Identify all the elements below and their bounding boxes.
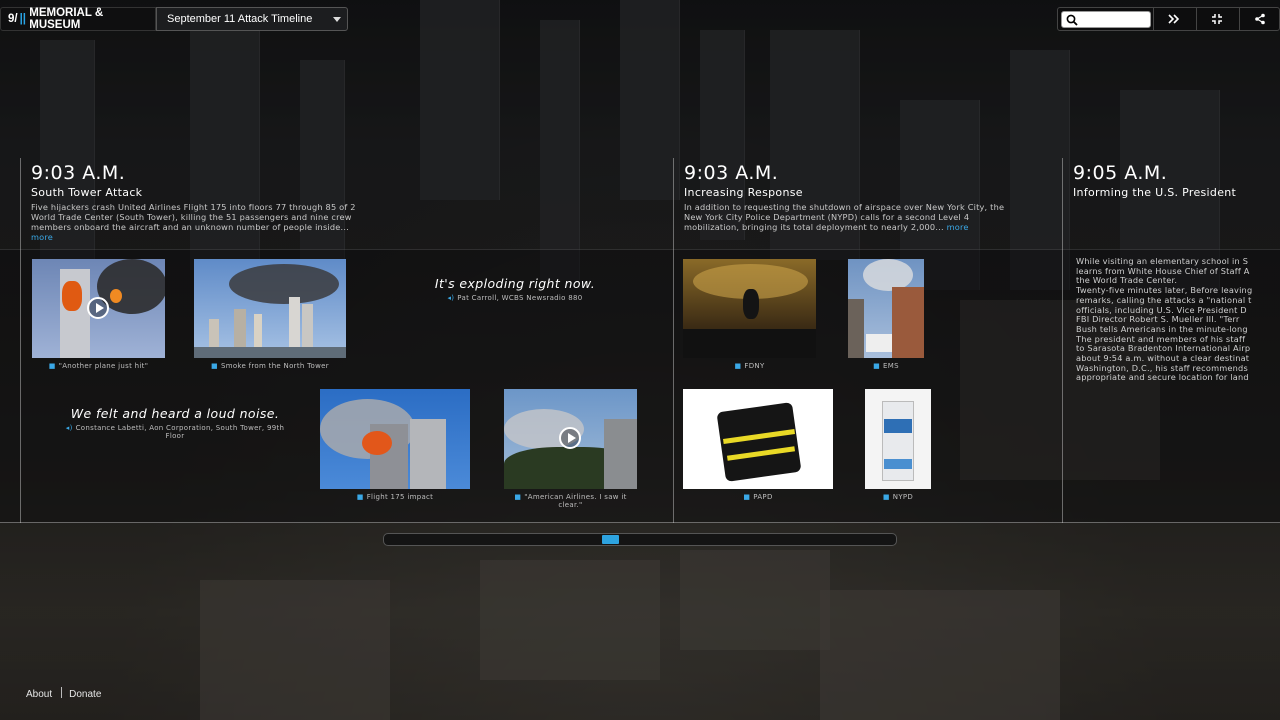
entry-title[interactable]: Informing the U.S. President [1073, 186, 1236, 199]
camera-icon: ■ [873, 362, 881, 370]
entry-body-text: While visiting an elementary school in S… [1076, 257, 1253, 383]
camera-icon: ■ [882, 493, 890, 501]
logo-text: MEMORIAL & MUSEUM [29, 7, 104, 31]
photo-flight-175-impact[interactable] [320, 389, 470, 489]
search-input[interactable] [1080, 12, 1148, 27]
camera-icon: ■ [734, 362, 742, 370]
video-camera-icon: ■ [48, 362, 56, 370]
entry-time: 9:05 A.M. [1073, 162, 1168, 184]
toolbar [1057, 7, 1280, 31]
entry-description: Five hijackers crash United Airlines Fli… [31, 202, 356, 242]
footer-divider [61, 687, 63, 698]
photo-fdny[interactable] [683, 259, 816, 358]
quote-source[interactable]: ◂) Pat Carroll, WCBS Newsradio 880 [400, 294, 630, 302]
skip-forward-button[interactable] [1153, 8, 1193, 30]
fast-forward-icon [1167, 14, 1179, 24]
camera-icon: ■ [743, 493, 751, 501]
photo-nypd[interactable] [865, 389, 931, 489]
camera-icon: ■ [211, 362, 218, 370]
about-link[interactable]: About [26, 689, 52, 700]
audio-icon: ◂) [65, 424, 73, 432]
media-caption: ■ Flight 175 impact [356, 493, 434, 501]
entry-time: 9:03 A.M. [31, 162, 126, 184]
media-caption: ■ Smoke from the North Tower [211, 362, 329, 370]
play-icon[interactable] [559, 427, 581, 449]
entry-title[interactable]: Increasing Response [684, 186, 803, 199]
photo-papd[interactable] [683, 389, 833, 489]
audio-icon: ◂) [447, 294, 455, 302]
timeline-column-divider [673, 158, 674, 523]
fullscreen-button[interactable] [1196, 8, 1236, 30]
video-camera-icon: ■ [514, 493, 522, 501]
video-thumbnail-another-plane[interactable] [32, 259, 165, 358]
logo-911-bars: || [19, 13, 27, 25]
more-link[interactable]: more [947, 222, 969, 232]
quote-source[interactable]: ◂) Constance Labetti, Aon Corporation, So… [50, 424, 300, 440]
quote-text: We felt and heard a loud noise. [70, 406, 280, 421]
media-caption: ■ "Another plane just hit" [48, 362, 149, 370]
play-icon[interactable] [87, 297, 109, 319]
entry-description: In addition to requesting the shutdown o… [684, 202, 1005, 232]
media-caption: ■ NYPD [882, 493, 914, 501]
quote-text: It's exploding right now. [434, 276, 596, 291]
timeline-select-dropdown[interactable]: September 11 Attack Timeline [156, 7, 348, 31]
camera-icon: ■ [356, 493, 364, 501]
photo-ems[interactable] [848, 259, 924, 358]
media-caption: ■ FDNY [734, 362, 765, 370]
timeline-scrollbar[interactable] [383, 533, 897, 546]
timeline-scroll-thumb[interactable] [602, 535, 619, 544]
fullscreen-icon [1211, 14, 1222, 24]
entry-time: 9:03 A.M. [684, 162, 779, 184]
photo-smoke-north-tower[interactable] [194, 259, 346, 358]
entry-title[interactable]: South Tower Attack [31, 186, 142, 199]
timeline-select-value: September 11 Attack Timeline [167, 13, 313, 25]
chevron-down-icon [333, 17, 341, 22]
share-icon [1254, 13, 1265, 25]
media-caption: ■ EMS [873, 362, 899, 370]
logo-911-prefix: 9/ [8, 13, 18, 25]
more-link[interactable]: more [31, 232, 53, 242]
media-caption: ■ PAPD [743, 493, 773, 501]
search-field[interactable] [1061, 11, 1151, 28]
donate-link[interactable]: Donate [69, 689, 101, 700]
site-logo[interactable]: 9/|| MEMORIAL & MUSEUM [0, 7, 156, 31]
search-icon [1066, 14, 1078, 26]
video-thumbnail-american-airlines[interactable] [504, 389, 637, 489]
footer-links: About Donate [26, 687, 101, 700]
share-button[interactable] [1239, 8, 1279, 30]
timeline-column-divider [20, 158, 21, 523]
media-caption: ■ "American Airlines. I saw it clear." [514, 493, 627, 509]
